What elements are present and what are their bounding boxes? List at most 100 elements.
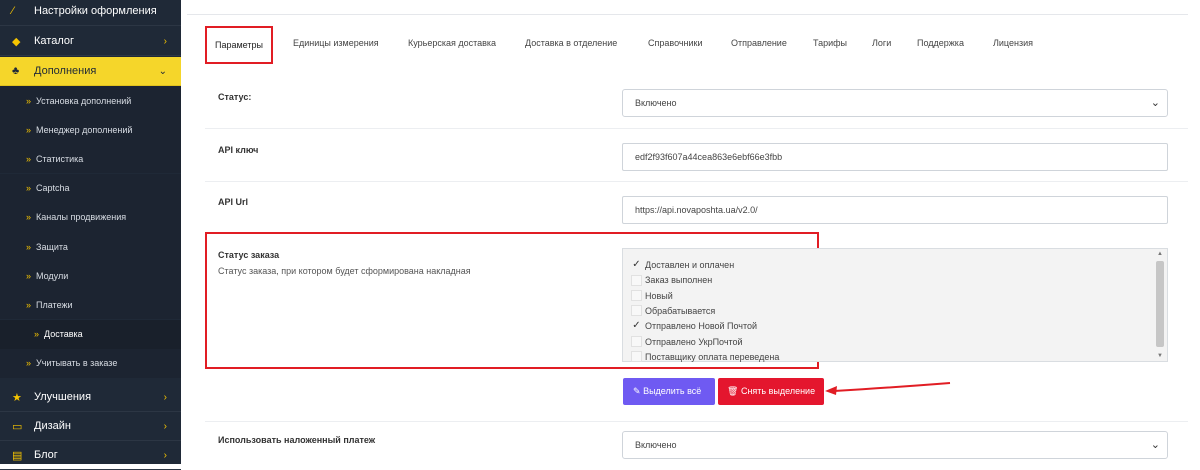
cod-select[interactable]: Включено ⌄ (622, 431, 1168, 459)
checkbox-label: Новый (645, 290, 673, 301)
tab[interactable]: Параметры (205, 26, 273, 64)
divider (205, 128, 1188, 129)
checkbox[interactable]: ✓ (631, 320, 642, 332)
sidebar-subitem[interactable]: » Менеджер дополнений (0, 115, 181, 145)
sidebar-subitem[interactable]: » Защита (0, 232, 181, 261)
sidebar: ⁄ Настройки оформления ◆ Каталог › ♣ Дополнени… (0, 0, 181, 470)
checkbox[interactable]: ✓ (631, 259, 642, 271)
sidebar-subitem-label: Установка дополнений (36, 95, 132, 106)
double-chevron-icon: » (26, 95, 32, 106)
sidebar-subitem[interactable]: » Установка дополнений (0, 86, 181, 115)
status-checkbox-row[interactable]: Поставщику оплата переведена (631, 350, 779, 364)
tab[interactable]: Тарифы (813, 26, 847, 64)
top-divider (187, 14, 1188, 15)
status-checkbox-row[interactable]: ✓ Отправлено Новой Почтой (631, 319, 757, 333)
tab[interactable]: Отправление (731, 26, 787, 64)
order-status-title: Статус заказа (218, 250, 280, 260)
annotation-arrow-icon (825, 382, 951, 395)
tag-icon: ◆ (12, 35, 21, 48)
sidebar-item[interactable]: ♣ Дополнения ⌄ (0, 57, 181, 86)
sidebar-subitem[interactable]: » Статистика (0, 144, 181, 174)
chevron-right-icon: › (163, 420, 167, 432)
checkbox-label: Заказ выполнен (645, 275, 713, 286)
chevron-down-icon: ⌄ (1150, 97, 1160, 109)
tab[interactable]: Единицы измерения (293, 26, 379, 64)
trash-icon: 🗑 (727, 386, 739, 396)
double-chevron-icon: » (26, 270, 32, 281)
sidebar-item[interactable]: ⁄ Настройки оформления (0, 0, 181, 26)
chevron-down-icon: ⌄ (1150, 439, 1160, 451)
tab[interactable]: Логи (872, 26, 891, 64)
tab[interactable]: Доставка в отделение (525, 26, 617, 64)
status-checkbox-row[interactable]: Отправлено УкрПочтой (631, 335, 743, 349)
api-key-label: API ключ (218, 145, 259, 155)
tab[interactable]: Курьерская доставка (408, 26, 496, 64)
sidebar-item-label: Блог (34, 449, 58, 461)
checkbox-label: Отправлено УкрПочтой (645, 336, 743, 347)
sidebar-item[interactable]: ▤ Блог › (0, 441, 181, 470)
sidebar-subitem-label: Защита (36, 241, 68, 252)
sidebar-subitem[interactable]: » Captcha (0, 173, 181, 203)
status-select-value: Включено (635, 98, 677, 108)
api-key-input[interactable]: edf2f93f607a44cea863e6ebf66e3fbb (622, 143, 1168, 171)
checkbox[interactable] (631, 336, 642, 347)
star-icon: ★ (12, 391, 22, 404)
sidebar-item-label: Каталог (34, 35, 74, 47)
double-chevron-icon: » (26, 299, 32, 310)
sidebar-subitem[interactable]: » Каналы продвижения (0, 202, 181, 232)
checkbox[interactable] (631, 305, 642, 317)
divider (205, 181, 1188, 182)
double-chevron-icon: » (26, 124, 32, 135)
sidebar-subitem[interactable]: » Модули (0, 261, 181, 291)
sidebar-item[interactable]: ◆ Каталог › (0, 27, 181, 56)
sidebar-subitem[interactable]: » Доставка (0, 319, 181, 349)
checkbox-label: Отправлено Новой Почтой (645, 321, 758, 332)
deselect-button[interactable]: 🗑 Снять выделение (718, 378, 824, 405)
status-checkbox-row[interactable]: ✓ Доставлен и оплачен (631, 258, 734, 272)
scroll-up-icon[interactable]: ▲ (1156, 251, 1164, 257)
sidebar-subitem[interactable]: » Учитывать в заказе (0, 348, 181, 378)
cod-select-value: Включено (635, 440, 677, 450)
status-checkbox-row[interactable]: Заказ выполнен (631, 273, 712, 287)
pencil-icon: ✎ (633, 386, 641, 396)
sidebar-item[interactable]: ★ Улучшения › (0, 383, 181, 412)
magic-wand-icon: ⁄ (12, 5, 14, 17)
checkbox[interactable] (631, 290, 642, 302)
checkbox-label: Обрабатывается (645, 305, 716, 316)
order-status-checklist[interactable]: ▲ ▼ ✓ Доставлен и оплачен Заказ выполнен Но… (622, 248, 1168, 364)
api-url-input[interactable]: https://api.novaposhta.ua/v2.0/ (622, 196, 1168, 224)
select-all-button[interactable]: ✎ Выделить всё (623, 378, 715, 405)
double-chevron-icon: » (26, 212, 32, 223)
status-select[interactable]: Включено ⌄ (622, 89, 1168, 117)
sidebar-item[interactable]: ▭ Дизайн › (0, 412, 181, 441)
double-chevron-icon: » (26, 358, 32, 369)
order-status-description: Статус заказа, при котором будет сформир… (218, 266, 471, 276)
sidebar-item-label: Улучшения (34, 391, 92, 403)
status-checkbox-row[interactable]: Обрабатывается (631, 304, 715, 318)
checkbox[interactable] (631, 351, 642, 363)
scroll-down-icon[interactable]: ▼ (1156, 353, 1164, 359)
sidebar-item-label: Настройки оформления (34, 5, 157, 17)
sidebar-item-label: Дизайн (34, 420, 71, 432)
sidebar-subitem[interactable]: » Платежи (0, 290, 181, 320)
sidebar-subitem-label: Доставка (44, 329, 83, 340)
sidebar-subitem-label: Модули (36, 270, 69, 281)
sidebar-subitem-label: Менеджер дополнений (36, 124, 133, 135)
checkbox-label: Доставлен и оплачен (645, 260, 735, 270)
chevron-right-icon: › (163, 391, 167, 403)
status-label: Статус: (218, 92, 252, 102)
checklist-scrollbar[interactable]: ▲ ▼ (1156, 251, 1164, 359)
double-chevron-icon: » (34, 329, 40, 340)
select-all-label: Выделить всё (643, 386, 702, 396)
scroll-thumb[interactable] (1156, 261, 1164, 347)
tab[interactable]: Поддержка (917, 26, 964, 64)
tab[interactable]: Лицензия (993, 26, 1033, 64)
checkbox[interactable] (631, 274, 642, 286)
api-url-label: API Url (218, 197, 249, 207)
double-chevron-icon: » (26, 241, 32, 252)
status-checkbox-row[interactable]: Новый (631, 289, 673, 303)
tab[interactable]: Справочники (648, 26, 703, 64)
double-chevron-icon: » (26, 183, 32, 194)
double-chevron-icon: » (26, 153, 32, 164)
monitor-icon: ▭ (12, 420, 23, 433)
